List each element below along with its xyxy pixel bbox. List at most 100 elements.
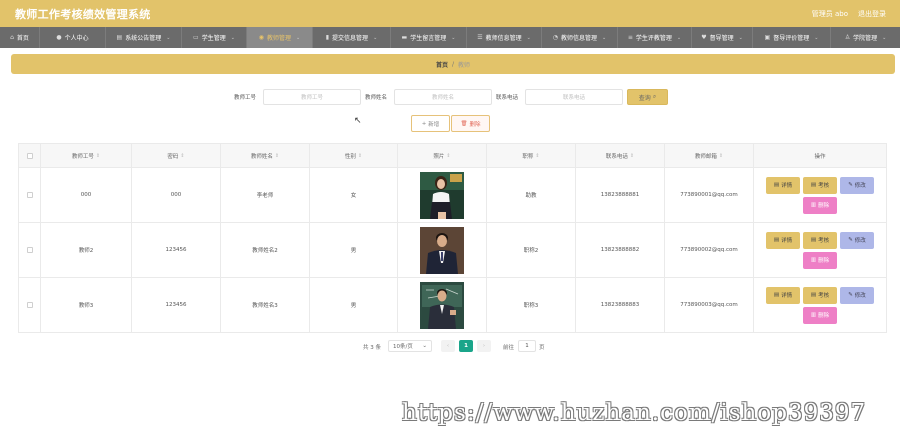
cell-actions: ▤ 详情 ▤ 考核 ✎ 修改 ▥ 删除 [754, 278, 887, 333]
nav-item-teacher-info-2[interactable]: ◔ 教师信息管理 ⌄ [542, 27, 618, 48]
exam-button[interactable]: ▤ 考核 [803, 286, 837, 304]
table-row: 教师3 123456 教师姓名3 男 职称3 13823888883 77389… [19, 278, 887, 333]
nav-item-label: 督导评价管理 [773, 35, 810, 42]
mouse-cursor-icon: ↖ [354, 116, 362, 126]
doc-icon: ▤ [810, 292, 817, 298]
edit-button[interactable]: ✎ 修改 [840, 286, 874, 304]
exam-button[interactable]: ▤ 考核 [803, 231, 837, 249]
goto-unit: 页 [539, 345, 545, 351]
delete-button[interactable]: ▥ 删除 [803, 196, 837, 214]
edit-button[interactable]: ✎ 修改 [840, 176, 874, 194]
trash-icon: ▥ [810, 257, 817, 263]
cell-actions: ▤ 详情 ▤ 考核 ✎ 修改 ▥ 删除 [754, 223, 887, 278]
goto-page-input[interactable]: 1 [518, 340, 536, 352]
page-size-select[interactable]: 10条/页 ⌄ [388, 340, 432, 352]
action-bar: + 新增 🗑︎ 删除 [11, 115, 895, 132]
list-icon: ☰ [477, 34, 483, 41]
search-label-phone: 联系电话 [496, 95, 519, 101]
pagination-total: 共 3 条 [363, 345, 381, 351]
cell-phone: 13823888882 [576, 223, 665, 278]
search-input-name[interactable]: 教师姓名 [394, 89, 492, 105]
add-button[interactable]: + 新增 [411, 115, 450, 132]
chevron-down-icon: ⌄ [676, 34, 682, 41]
nav-item-teacher-info-1[interactable]: ☰ 教师信息管理 ⌄ [467, 27, 542, 48]
nav-item-student-evaluation[interactable]: ≡ 学生评教管理 ⌄ [618, 27, 692, 48]
column-header[interactable]: 教师邮箱 ⇕ [665, 144, 754, 168]
nav-item-student-messages[interactable]: ▬ 学生留言管理 ⌄ [391, 27, 467, 48]
cell-photo [398, 168, 487, 223]
user-icon: ● [56, 34, 62, 41]
table-row: 000 000 李老师 女 助教 13823888881 773890001@q… [19, 168, 887, 223]
nav-item-colleges[interactable]: ♙ 学院管理 ⌄ [831, 27, 900, 48]
delete-label: 删除 [818, 313, 830, 319]
detail-button[interactable]: ▤ 详情 [766, 286, 800, 304]
chevron-down-icon: ⌄ [296, 34, 301, 41]
nav-item-supervisors[interactable]: ♥ 督导管理 ⌄ [692, 27, 753, 48]
logout-link[interactable]: 退出登录 [858, 9, 886, 19]
nav-item-home[interactable]: ⌂ 首页 [0, 27, 40, 48]
nav-item-submissions[interactable]: ▮ 提交信息管理 ⌄ [313, 27, 391, 48]
column-header[interactable]: 教师工号 ⇕ [41, 144, 132, 168]
trash-icon: ▥ [810, 312, 817, 318]
nav-item-label: 学生管理 [201, 35, 226, 42]
detail-button[interactable]: ▤ 详情 [766, 176, 800, 194]
row-checkbox[interactable] [26, 302, 33, 308]
nav-item-supervisor-evaluation[interactable]: ▣ 督导评价管理 ⌄ [753, 27, 831, 48]
bulk-delete-button[interactable]: 🗑︎ 删除 [451, 115, 490, 132]
cell-title: 职称3 [487, 278, 576, 333]
next-page-button[interactable]: › [477, 340, 491, 352]
nav-item-profile[interactable]: ● 个人中心 [40, 27, 106, 48]
cell-id: 000 [41, 168, 132, 223]
cell-phone: 13823888881 [576, 168, 665, 223]
search-input-id[interactable]: 教师工号 [263, 89, 361, 105]
detail-button[interactable]: ▤ 详情 [766, 231, 800, 249]
pagination: 共 3 条 10条/页 ⌄ ‹ 1 › 前往 1 页 [11, 339, 895, 353]
column-header[interactable]: 教师姓名 ⇕ [221, 144, 310, 168]
column-header[interactable]: 密码 ⇕ [132, 144, 221, 168]
row-select-cell [19, 168, 41, 223]
chevron-down-icon: ⌄ [738, 34, 743, 41]
table-header-row: 教师工号 ⇕ 密码 ⇕ 教师姓名 ⇕ 性别 ⇕ 照片 ⇕ 职称 ⇕ 联系电话 ⇕ 教师邮箱 ⇕ … [19, 144, 887, 168]
nav-item-label: 教师信息管理 [485, 35, 522, 42]
row-select-cell [19, 223, 41, 278]
chevron-down-icon: ⌄ [422, 343, 427, 349]
nav-item-teachers[interactable]: ◉ 教师管理 ⌄ [247, 27, 313, 48]
search-input-phone[interactable]: 联系电话 [525, 89, 623, 105]
current-user-label: 管理员 abo [811, 9, 848, 18]
chevron-down-icon: ⌄ [230, 34, 235, 41]
sort-icon: ⇕ [446, 152, 451, 159]
row-checkbox[interactable] [26, 247, 33, 253]
nav-item-students[interactable]: ▭ 学生管理 ⌄ [182, 27, 247, 48]
column-header[interactable]: 照片 ⇕ [398, 144, 487, 168]
chevron-down-icon: ⌄ [602, 34, 607, 41]
edit-button[interactable]: ✎ 修改 [840, 231, 874, 249]
column-header[interactable]: 职称 ⇕ [487, 144, 576, 168]
column-header-label: 照片 [433, 153, 445, 160]
person-icon: ♙ [844, 34, 851, 41]
cell-gender: 男 [310, 223, 398, 278]
prev-page-button[interactable]: ‹ [441, 340, 455, 352]
column-header[interactable]: 性别 ⇕ [310, 144, 398, 168]
teacher-table: 教师工号 ⇕ 密码 ⇕ 教师姓名 ⇕ 性别 ⇕ 照片 ⇕ 职称 ⇕ 联系电话 ⇕ 教师邮箱 ⇕ … [18, 143, 887, 333]
exam-label: 考核 [818, 293, 830, 299]
delete-button[interactable]: ▥ 删除 [803, 306, 837, 324]
detail-label: 详情 [781, 183, 793, 189]
cell-password: 123456 [132, 223, 221, 278]
nav-item-label: 个人中心 [64, 35, 89, 42]
select-all-checkbox[interactable] [26, 152, 33, 159]
search-button[interactable]: 查询 ⌕ [627, 89, 668, 105]
header-user-area: 管理员 abo 退出登录 [812, 9, 886, 19]
nav-item-announcements[interactable]: ▤ 系统公告管理 ⌄ [106, 27, 182, 48]
exam-button[interactable]: ▤ 考核 [803, 176, 837, 194]
page-number-button[interactable]: 1 [459, 340, 473, 352]
delete-button[interactable]: ▥ 删除 [803, 251, 837, 269]
plus-icon: + [421, 120, 427, 127]
folder-icon: ▬ [401, 34, 408, 41]
row-checkbox[interactable] [26, 192, 33, 198]
cell-phone: 13823888883 [576, 278, 665, 333]
doc-icon: ▤ [773, 182, 780, 188]
detail-label: 详情 [781, 238, 793, 244]
column-header[interactable]: 联系电话 ⇕ [576, 144, 665, 168]
nav-item-label: 系统公告管理 [125, 35, 162, 42]
breadcrumb-home[interactable]: 首页 [436, 60, 448, 69]
